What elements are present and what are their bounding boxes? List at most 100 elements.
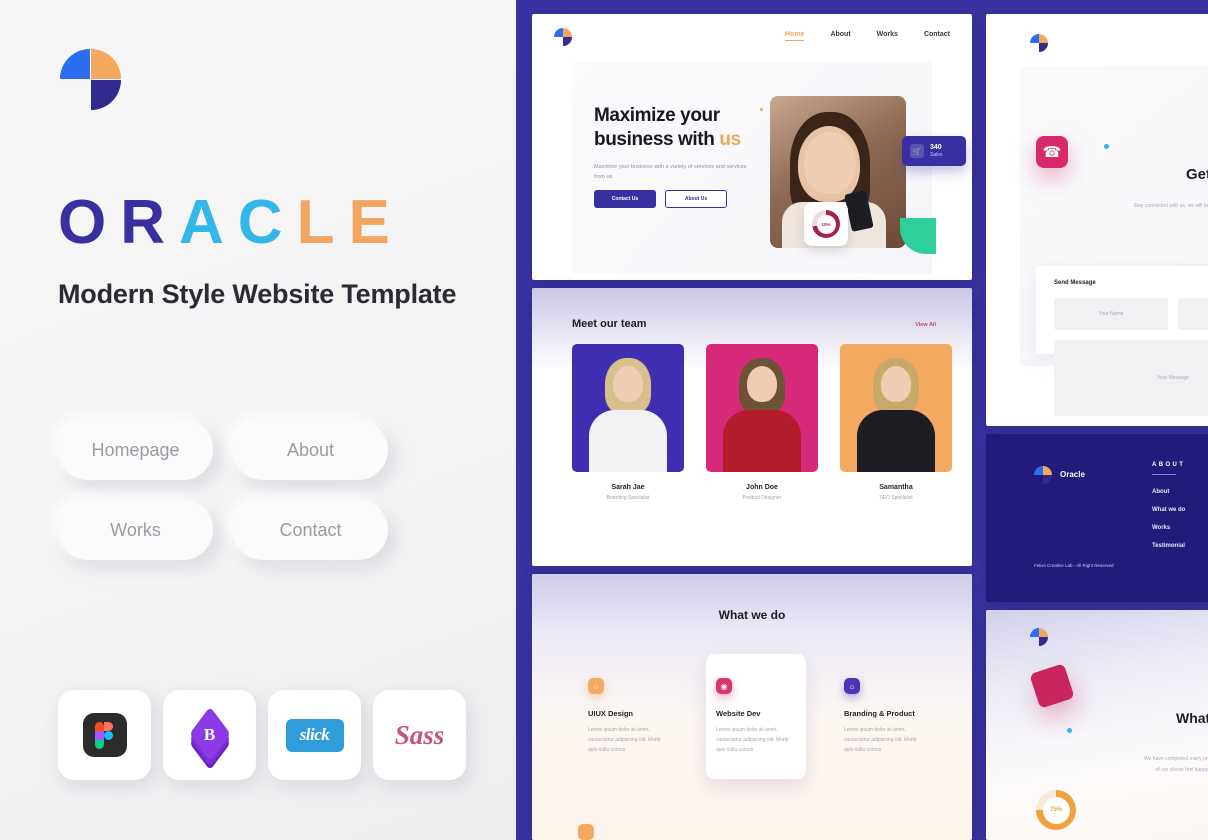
what-card-title: Branding & Product bbox=[844, 709, 915, 718]
brand-letter: A bbox=[179, 188, 238, 257]
contact-panel: ☎ Get in touch Stay connected with us, w… bbox=[1020, 66, 1208, 416]
what-card-desc: Lorem ipsum dolor sit amet, consectetur … bbox=[716, 727, 789, 753]
nav-button-about[interactable]: About bbox=[233, 420, 388, 480]
hero-about-button[interactable]: About Us bbox=[665, 190, 727, 208]
figma-icon bbox=[82, 713, 127, 757]
bulb-icon: ☼ bbox=[844, 678, 860, 694]
contact-heading: Get in touch bbox=[1186, 166, 1208, 183]
about-paragraph-line1: We have completed many projects from var… bbox=[1143, 756, 1208, 762]
footer-copyright: Felixs Creative Lab - All Right Reserved bbox=[1034, 563, 1114, 568]
mockup-footer: Oracle ABOUT About What we do Works Test… bbox=[986, 434, 1208, 602]
tool-badge-sass: Sass bbox=[373, 690, 466, 780]
hero-headline-line1: Maximize your bbox=[594, 105, 720, 126]
team-member-name: John Doe bbox=[746, 484, 778, 491]
logo-quadrant-top-left bbox=[60, 49, 90, 79]
nav-button-contact[interactable]: Contact bbox=[233, 500, 388, 560]
hero-green-shape bbox=[900, 218, 936, 254]
team-heading: Meet our team bbox=[572, 318, 647, 330]
team-card[interactable] bbox=[572, 344, 684, 472]
oracle-logo-small bbox=[554, 26, 572, 47]
footer-link-testimonial[interactable]: Testimonial bbox=[1152, 543, 1185, 549]
brand-letter: O bbox=[58, 188, 121, 257]
name-field[interactable]: Your Name bbox=[1054, 298, 1168, 330]
team-view-all-link[interactable]: View All bbox=[915, 322, 936, 328]
footer-link-about[interactable]: About bbox=[1152, 489, 1185, 495]
nav-button-grid: Homepage About Works Contact bbox=[58, 420, 388, 560]
oracle-logo-small bbox=[1034, 464, 1052, 485]
team-caption: Samantha SEO Specialist bbox=[840, 484, 952, 501]
contact-form-title: Send Message bbox=[1054, 280, 1096, 286]
hero-contact-button[interactable]: Contact Us bbox=[594, 190, 656, 208]
about-donut-chart: 75% bbox=[1036, 790, 1076, 830]
hero-sales-badge: 🛒 340 Sales bbox=[902, 136, 966, 166]
hero-headline-accent: us bbox=[719, 128, 741, 150]
footer-link-works[interactable]: Works bbox=[1152, 525, 1185, 531]
hero-donut-chart: 10% bbox=[804, 202, 848, 246]
about-background bbox=[986, 610, 1208, 840]
email-field[interactable]: Your Email bbox=[1178, 298, 1208, 330]
hero-body: Maximize your business with us Maximize … bbox=[572, 62, 966, 274]
team-captions: Sarah Jae Branding Specialist John Doe P… bbox=[572, 484, 952, 501]
tool-badge-figma bbox=[58, 690, 151, 780]
hero-nav-item-contact[interactable]: Contact bbox=[924, 31, 950, 41]
what-card[interactable]: ◉ Website Dev Lorem ipsum dolor sit amet… bbox=[706, 654, 806, 779]
phone-icon: ☎ bbox=[1036, 136, 1068, 168]
hero-sales-label: Sales bbox=[930, 152, 943, 159]
team-member-role: Product Designer bbox=[742, 495, 782, 501]
bootstrap-icon: B bbox=[186, 706, 234, 771]
cart-icon: 🛒 bbox=[910, 144, 924, 158]
tool-badge-slick: slick bbox=[268, 690, 361, 780]
hero-headline: Maximize your business with us bbox=[594, 104, 784, 152]
about-paragraph: We have completed many projects from var… bbox=[1082, 754, 1208, 775]
page-title: Modern Style Website Template bbox=[58, 279, 457, 309]
what-card[interactable]: ☼ UIUX Design Lorem ipsum dolor sit amet… bbox=[578, 666, 678, 779]
hero-accent-dot bbox=[760, 108, 763, 111]
hero-nav-item-about[interactable]: About bbox=[830, 31, 850, 41]
brand-letter: E bbox=[348, 188, 404, 257]
logo-quadrant-top-right bbox=[91, 49, 121, 79]
team-caption: Sarah Jae Branding Specialist bbox=[572, 484, 684, 501]
mockup-team: Meet our team View All Sarah Jae Brandin… bbox=[532, 288, 972, 566]
footer-divider bbox=[1152, 474, 1176, 475]
about-heading: What bbox=[1176, 710, 1208, 726]
footer-link-what-we-do[interactable]: What we do bbox=[1152, 507, 1185, 513]
what-cards: ☼ UIUX Design Lorem ipsum dolor sit amet… bbox=[578, 654, 934, 779]
footer-brand: Oracle bbox=[1034, 464, 1085, 485]
hero-buttons: Contact Us About Us bbox=[594, 190, 727, 208]
mockup-about-stats: What We have completed many projects fro… bbox=[986, 610, 1208, 840]
what-heading: What we do bbox=[718, 608, 786, 622]
tool-badges: B slick Sass bbox=[58, 690, 466, 780]
slick-icon: slick bbox=[285, 718, 344, 752]
hero-nav-item-home[interactable]: Home bbox=[784, 31, 805, 41]
team-card[interactable] bbox=[706, 344, 818, 472]
hero-navbar: Home About Works Contact bbox=[532, 14, 972, 58]
oracle-logo-small bbox=[1030, 32, 1048, 53]
footer-brand-name: Oracle bbox=[1060, 470, 1085, 479]
hero-donut-value: 10% bbox=[821, 221, 831, 227]
team-card[interactable] bbox=[840, 344, 952, 472]
what-card-desc: Lorem ipsum dolor sit amet, consectetur … bbox=[844, 727, 917, 753]
sass-icon: Sass bbox=[394, 719, 445, 750]
contact-accent-dot bbox=[1104, 144, 1109, 149]
footer-links-column: ABOUT About What we do Works Testimonial bbox=[1152, 462, 1185, 561]
about-paragraph-line2: of our clients feel happy and satisfied … bbox=[1155, 766, 1208, 773]
hero-nav-links: Home About Works Contact bbox=[784, 31, 950, 41]
nav-button-works[interactable]: Works bbox=[58, 500, 213, 560]
message-field[interactable]: Your Message bbox=[1054, 340, 1208, 416]
what-card-title: Website Dev bbox=[716, 709, 761, 718]
hero-sales-number: 340 bbox=[930, 143, 942, 151]
brand-wordmark: ORACLE bbox=[58, 192, 404, 254]
contact-heading-text: Get in bbox=[1186, 166, 1208, 183]
brand-letter: R bbox=[120, 188, 180, 257]
contact-topbar bbox=[986, 14, 1208, 66]
hero-headline-line2: business with bbox=[594, 128, 720, 150]
what-card-icon-partial bbox=[578, 824, 594, 840]
oracle-logo bbox=[60, 43, 121, 115]
team-caption: John Doe Product Designer bbox=[706, 484, 818, 501]
tool-badge-bootstrap: B bbox=[163, 690, 256, 780]
nav-button-homepage[interactable]: Homepage bbox=[58, 420, 213, 480]
hero-nav-item-works[interactable]: Works bbox=[877, 31, 898, 41]
contact-form: Send Message Your Name Your Email Your M… bbox=[1036, 266, 1208, 416]
what-card[interactable]: ☼ Branding & Product Lorem ipsum dolor s… bbox=[834, 666, 934, 779]
team-member-role: Branding Specialist bbox=[606, 495, 650, 501]
